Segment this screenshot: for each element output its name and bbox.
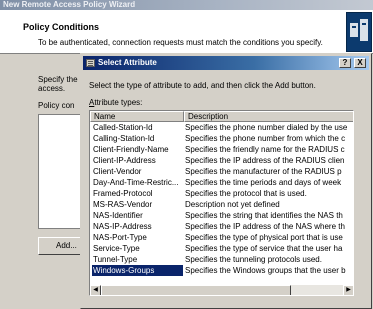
attribute-types-label: Attribute types: — [89, 98, 142, 107]
attribute-description: Specifies the IP address of the NAS wher… — [185, 222, 345, 231]
column-header-description[interactable]: Description — [184, 111, 353, 122]
list-item[interactable]: Called-Station-Id Specifies the phone num… — [90, 122, 353, 133]
wizard-logo-icon — [346, 12, 372, 52]
attribute-description: Specifies the string that identifies the… — [185, 211, 343, 220]
attribute-description: Specifies the tunneling protocols used. — [185, 255, 322, 264]
list-rows: Called-Station-Id Specifies the phone num… — [90, 122, 353, 276]
add-condition-button[interactable]: Add... — [38, 237, 82, 255]
attribute-description: Specifies the manufacturer of the RADIUS… — [185, 167, 342, 176]
dialog-titlebar: Select Attribute ? X — [83, 56, 369, 70]
attribute-name: Client-IP-Address — [93, 156, 156, 165]
attribute-name: MS-RAS-Vendor — [93, 200, 153, 209]
attribute-name: Client-Vendor — [93, 167, 142, 176]
policy-conditions-list[interactable] — [38, 114, 80, 229]
list-item[interactable]: Calling-Station-Id Specifies the phone nu… — [90, 133, 353, 144]
attribute-name: Windows-Groups — [92, 265, 183, 276]
attribute-name: NAS-Identifier — [93, 211, 143, 220]
attribute-name: Called-Station-Id — [93, 123, 153, 132]
attribute-name: Tunnel-Type — [93, 255, 138, 264]
attribute-description: Specifies the Windows groups that the us… — [185, 266, 346, 275]
close-button[interactable]: X — [354, 58, 366, 68]
list-item[interactable]: Service-Type Specifies the type of servic… — [90, 243, 353, 254]
attribute-name: Framed-Protocol — [93, 189, 153, 198]
list-item[interactable]: Framed-Protocol Specifies the protocol th… — [90, 188, 353, 199]
attribute-types-list[interactable]: Name Description Called-Station-Id Specif… — [89, 110, 354, 296]
scroll-right-icon[interactable]: ▶ — [343, 285, 353, 295]
list-header: Name Description — [90, 111, 353, 122]
horizontal-scroll-thumb[interactable] — [101, 285, 291, 295]
attribute-description: Specifies the phone number dialed by the… — [185, 123, 348, 132]
attribute-types-label-text: ttribute types: — [94, 98, 143, 107]
list-item[interactable]: MS-RAS-Vendor Description not yet defined — [90, 199, 353, 210]
scroll-left-icon[interactable]: ◀ — [90, 285, 101, 295]
dialog-instruction: Select the type of attribute to add, and… — [89, 81, 316, 90]
dialog-title: Select Attribute — [98, 58, 157, 67]
attribute-description: Specifies the friendly name for the RADI… — [185, 145, 345, 154]
attribute-name: Calling-Station-Id — [93, 134, 155, 143]
attribute-name: Client-Friendly-Name — [93, 145, 169, 154]
attribute-name: Day-And-Time-Restric... — [93, 178, 179, 187]
column-header-name[interactable]: Name — [90, 111, 184, 122]
attribute-description: Specifies the type of physical port that… — [185, 233, 343, 242]
page-subtitle: To be authenticated, connection requests… — [38, 38, 323, 47]
policy-conditions-label: Policy con — [38, 101, 75, 110]
horizontal-scrollbar[interactable]: ◀ ▶ — [90, 285, 353, 295]
list-item[interactable]: Day-And-Time-Restric... Specifies the tim… — [90, 177, 353, 188]
list-item[interactable]: NAS-Port-Type Specifies the type of physi… — [90, 232, 353, 243]
attribute-description: Specifies the type of service that the u… — [185, 244, 343, 253]
page-title: Policy Conditions — [23, 22, 100, 32]
select-attribute-dialog: Select Attribute ? X Select the type of … — [80, 53, 372, 309]
dialog-window-icon — [86, 59, 95, 67]
attribute-name: Service-Type — [93, 244, 140, 253]
list-item[interactable]: Client-Vendor Specifies the manufacturer … — [90, 166, 353, 177]
list-item[interactable]: NAS-IP-Address Specifies the IP address o… — [90, 221, 353, 232]
list-item[interactable]: Windows-Groups Specifies the Windows grou… — [90, 265, 353, 276]
attribute-description: Description not yet defined — [185, 200, 280, 209]
wizard-title: New Remote Access Policy Wizard — [0, 0, 373, 10]
attribute-description: Specifies the phone number from which th… — [185, 134, 346, 143]
attribute-name: NAS-IP-Address — [93, 222, 152, 231]
attribute-name: NAS-Port-Type — [93, 233, 147, 242]
list-item[interactable]: Tunnel-Type Specifies the tunneling proto… — [90, 254, 353, 265]
list-item[interactable]: Client-IP-Address Specifies the IP addres… — [90, 155, 353, 166]
attribute-description: Specifies the IP address of the RADIUS c… — [185, 156, 345, 165]
attribute-description: Specifies the time periods and days of w… — [185, 178, 342, 187]
wizard-header: Policy Conditions To be authenticated, c… — [0, 10, 373, 54]
list-item[interactable]: Client-Friendly-Name Specifies the friend… — [90, 144, 353, 155]
wizard-instructions: Specify the access. — [38, 75, 78, 93]
attribute-description: Specifies the protocol that is used. — [185, 189, 307, 198]
list-item[interactable]: NAS-Identifier Specifies the string that … — [90, 210, 353, 221]
help-button[interactable]: ? — [339, 58, 351, 68]
